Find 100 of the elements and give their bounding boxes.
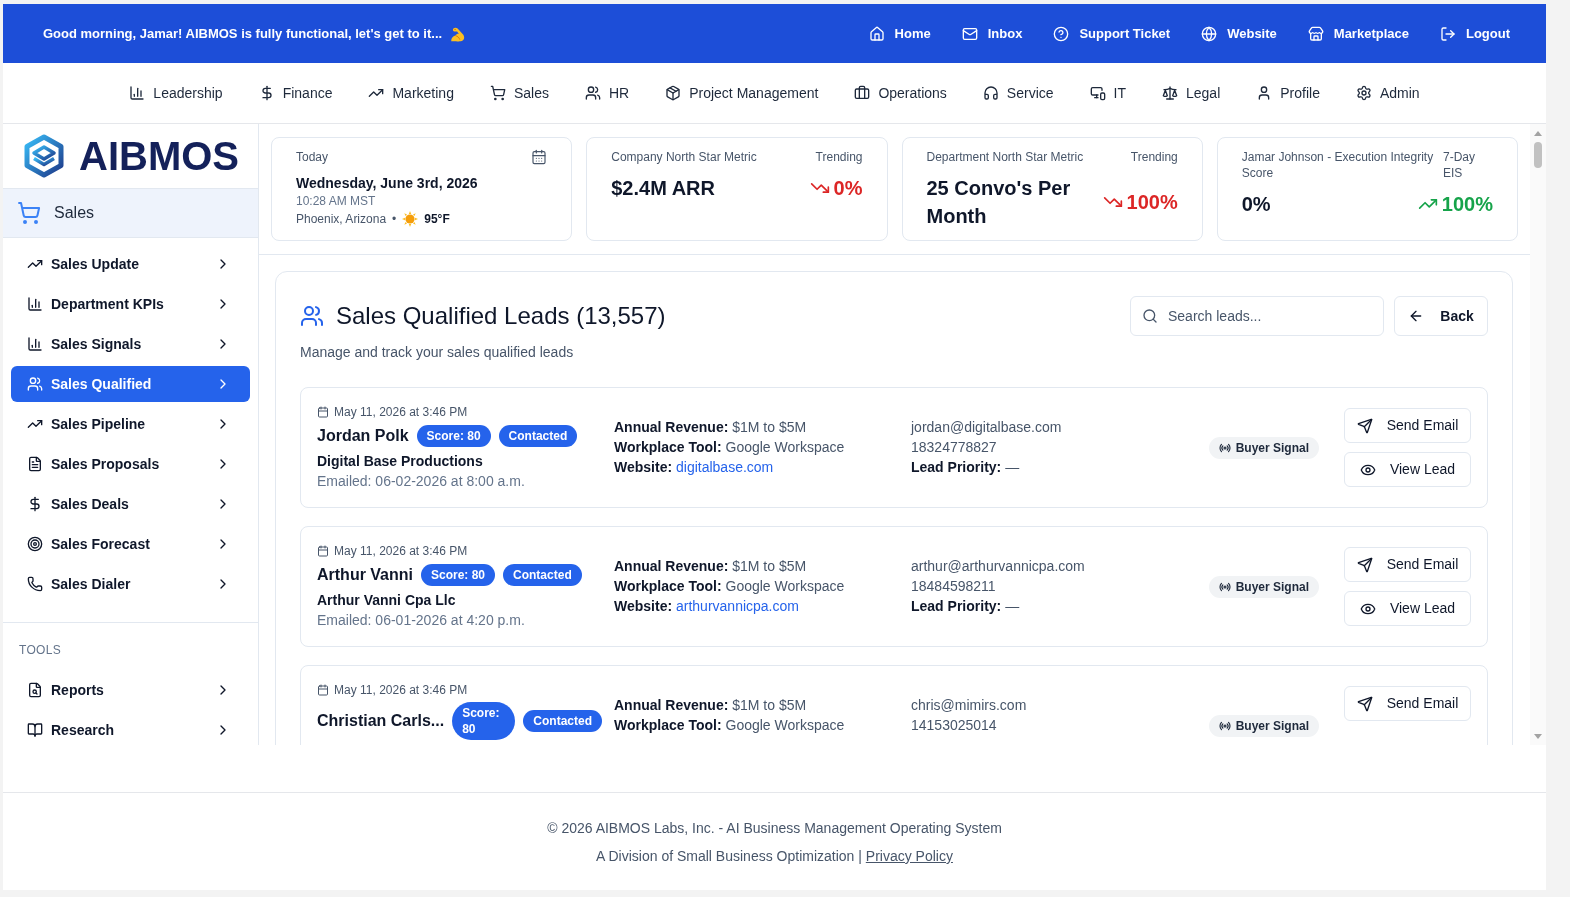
signal-badge: Buyer Signal (1208, 437, 1319, 459)
footer-text: A Division of Small Business Optimization | Privacy Policy (596, 847, 953, 866)
search-field[interactable]: Search leads... (1130, 296, 1384, 336)
domain-link[interactable]: digitalbase.com (676, 459, 774, 475)
department-link[interactable]: IT (1089, 82, 1126, 104)
send-icon (1356, 556, 1373, 573)
top-nav-link[interactable]: Support Ticket (1053, 23, 1171, 44)
trend-label: 7-Day EIS (1443, 149, 1476, 181)
scrollbar[interactable] (1530, 124, 1546, 745)
status-badge: Contacted (523, 710, 602, 732)
greeting-text: Good morning, Jamar! AIBMOS is fully functional, let's get to it... (43, 24, 443, 43)
detail-label: Annual Revenue: (614, 697, 729, 713)
top-nav-link[interactable]: Logout (1439, 23, 1510, 44)
sidebar-item[interactable]: Reports (11, 672, 250, 708)
department-link[interactable]: Leadership (129, 82, 223, 104)
briefcase-icon (854, 85, 871, 101)
detail-label: Annual Revenue: (614, 419, 729, 435)
card-label: Today (296, 149, 329, 165)
top-nav-link[interactable]: Website (1201, 23, 1277, 44)
calendar-icon (317, 545, 329, 557)
department-link[interactable]: Project Management (665, 82, 819, 104)
sidebar-item[interactable]: Sales Forecast (11, 526, 250, 562)
view-lead-button[interactable]: View Lead (1344, 591, 1471, 626)
store-icon (1307, 25, 1324, 42)
signal-badge: Buyer Signal (1208, 715, 1319, 737)
department-link[interactable]: Profile (1256, 82, 1320, 104)
department-link[interactable]: Finance (258, 82, 333, 104)
users-icon (584, 85, 601, 101)
detail-value: $1M to $5M (732, 558, 807, 574)
lead-name: Christian Carls... (317, 711, 445, 731)
sidebar-item[interactable]: Sales Pipeline (11, 406, 250, 442)
status-badge: Contacted (498, 425, 578, 447)
sidebar-item[interactable]: Sales Update (11, 246, 250, 282)
department-link[interactable]: Marketing (368, 82, 454, 104)
bar-chart-icon (129, 85, 146, 101)
detail-value: Google Workspace (725, 439, 845, 455)
detail-value: $1M to $5M (732, 419, 807, 435)
detail-label: Annual Revenue: (614, 558, 729, 574)
logo-icon (22, 134, 66, 178)
signal-badge: Buyer Signal (1208, 576, 1319, 598)
department-link[interactable]: Service (982, 82, 1054, 104)
flexed-arm-icon (450, 25, 467, 42)
email-text: chris@mimirs.com (911, 696, 1027, 715)
department-link[interactable]: Admin (1355, 82, 1420, 104)
send-email-button[interactable]: Send Email (1344, 686, 1471, 721)
sidebar-item[interactable]: Sales Dialer (11, 566, 250, 602)
trend-value: 100% (1441, 192, 1493, 217)
book-icon (27, 722, 43, 738)
metric-value: $2.4M ARR (611, 176, 715, 201)
home-icon (868, 25, 885, 42)
emailed-text: Emailed: 06-01-2026 at 4:20 p.m. (317, 611, 526, 630)
detail-value: — (1005, 598, 1020, 614)
score-badge: Score: 80 (421, 564, 496, 586)
detail-value: $1M to $5M (732, 697, 807, 713)
detail-label: Workplace Tool: (614, 717, 722, 733)
cart-icon (489, 85, 506, 101)
company-name: Arthur Vanni Cpa Llc (317, 591, 457, 610)
sidebar-item[interactable]: Department KPIs (11, 286, 250, 322)
lead-date: May 11, 2026 at 3:46 PM (334, 404, 468, 420)
target-icon (27, 536, 43, 552)
tools-heading: TOOLS (18, 642, 62, 658)
file-search-icon (27, 682, 43, 698)
detail-value: Google Workspace (725, 717, 845, 733)
back-button[interactable]: Back (1394, 296, 1488, 336)
lead-name: Jordan Polk (317, 426, 409, 446)
cart-icon (17, 201, 41, 225)
scale-icon (1162, 85, 1178, 101)
top-nav-link[interactable]: Inbox (961, 23, 1023, 44)
devices-icon (1089, 85, 1106, 101)
users-icon (300, 304, 324, 328)
panel-subtitle: Manage and track your sales qualified leads (300, 343, 575, 362)
phone-icon (27, 576, 43, 592)
sidebar-item[interactable]: Sales Qualified (11, 366, 250, 402)
sidebar-item[interactable]: Research (11, 712, 250, 745)
lead-date: May 11, 2026 at 3:46 PM (334, 543, 468, 559)
metric-value: 0% (1241, 192, 1271, 217)
sun-icon (402, 211, 419, 227)
sidebar-item[interactable]: Sales Deals (11, 486, 250, 522)
department-link[interactable]: HR (584, 82, 630, 104)
view-lead-button[interactable]: View Lead (1344, 452, 1471, 487)
detail-value: Google Workspace (725, 578, 845, 594)
send-email-button[interactable]: Send Email (1344, 408, 1471, 443)
top-nav-link[interactable]: Home (868, 23, 931, 44)
detail-label: Website: (614, 459, 673, 475)
company-name: Digital Base Productions (317, 452, 484, 471)
send-email-button[interactable]: Send Email (1344, 547, 1471, 582)
metric-label: Company North Star Metric (611, 149, 757, 165)
top-nav-link[interactable]: Marketplace (1307, 23, 1409, 44)
sidebar-item[interactable]: Sales Signals (11, 326, 250, 362)
privacy-policy-link[interactable]: Privacy Policy (865, 848, 953, 864)
department-link[interactable]: Sales (489, 82, 549, 104)
trend-label: Trending (815, 149, 863, 165)
department-link[interactable]: Legal (1162, 82, 1221, 104)
domain-link[interactable]: arthurvannicpa.com (676, 598, 799, 614)
logout-icon (1439, 25, 1456, 42)
lead-date: May 11, 2026 at 3:46 PM (334, 682, 468, 698)
department-link[interactable]: Operations (854, 82, 947, 104)
calendar-icon (317, 684, 329, 696)
sidebar-item[interactable]: Sales Proposals (11, 446, 250, 482)
detail-label: Lead Priority: (911, 459, 1002, 475)
